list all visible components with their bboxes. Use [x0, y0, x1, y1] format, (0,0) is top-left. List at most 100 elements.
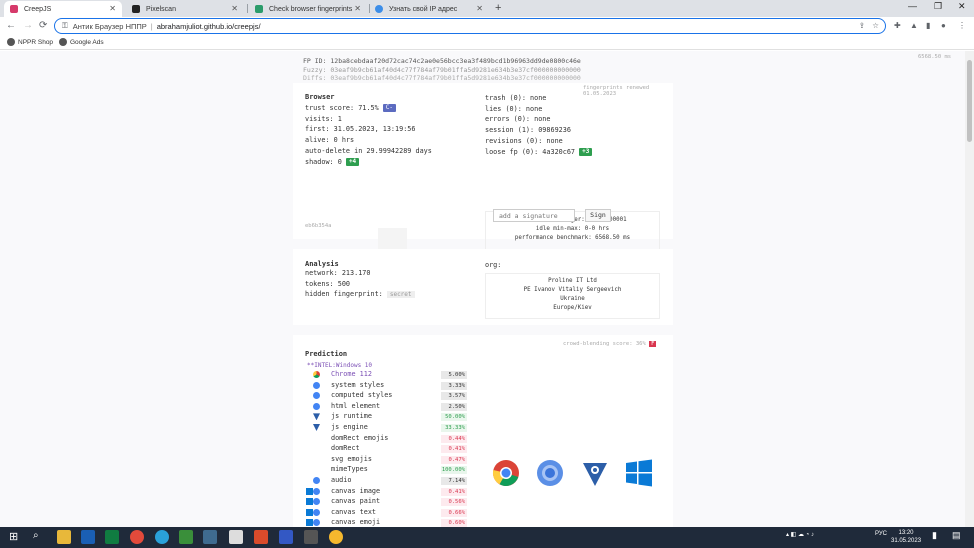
prediction-percent: 0.41% — [441, 445, 467, 454]
shadow-label: shadow: 0 — [305, 157, 342, 166]
prediction-row: html element 2.50% — [293, 402, 673, 413]
hidden-fp-label: hidden fingerprint: — [305, 290, 383, 299]
crowd-grade-badge: F — [649, 341, 657, 347]
date: 31.05.2023 — [891, 538, 922, 544]
bookmarks-bar: NPPR Shop Google Ads — [0, 36, 974, 50]
prediction-percent: 5.00% — [441, 371, 467, 379]
shadow: shadow: 0 +4 — [305, 157, 432, 168]
prediction-row: canvas emoji 0.60% — [293, 518, 673, 527]
chrome-taskbar-icon[interactable] — [130, 530, 144, 544]
browser-title: Browser — [305, 93, 335, 101]
reload-button[interactable]: ⟳ — [39, 20, 47, 31]
prediction-row: canvas text 0.66% — [293, 508, 673, 519]
close-icon[interactable]: ✕ — [476, 4, 483, 13]
perf-benchmark: performance benchmark: 6568.50 ms — [514, 235, 631, 241]
crowd-blending: crowd-blending score: 36% F — [563, 341, 657, 347]
start-icon[interactable]: ⊞ — [9, 530, 18, 543]
prediction-percent: 0.60% — [441, 519, 467, 527]
app-icon[interactable] — [279, 530, 293, 544]
tray-icons[interactable]: ▴ ◧ ☁ ◔ ♪ — [786, 531, 814, 538]
close-window-button[interactable]: ✕ — [958, 1, 966, 12]
antik-browser-icon[interactable] — [304, 530, 318, 544]
prediction-row: js engine 33.33% — [293, 423, 673, 434]
profile-extension-icon[interactable]: ▲ — [910, 21, 918, 30]
new-tab-button[interactable]: + — [495, 2, 501, 14]
forward-button[interactable]: → — [23, 20, 33, 31]
close-icon[interactable]: ✕ — [354, 4, 361, 13]
v8-icon — [313, 413, 320, 421]
prediction-percent: 3.33% — [441, 381, 467, 390]
edge-icon[interactable] — [81, 530, 95, 544]
menu-dots-icon[interactable]: ⋮ — [958, 21, 966, 30]
browser-card: fingerprints renewed 01.05.2023 Browser … — [293, 83, 673, 256]
bookmark-star-icon[interactable]: ☆ — [872, 21, 879, 30]
prediction-label: domRect emojis — [331, 433, 389, 442]
clock[interactable]: 13:20 31.05.2023 — [891, 529, 921, 545]
app-icon[interactable] — [329, 530, 343, 544]
maximize-button[interactable]: ❐ — [934, 1, 942, 12]
tab-title: CreepJS — [24, 5, 52, 13]
site-info-icon[interactable]: ⚿ — [62, 21, 68, 31]
app-icon[interactable] — [203, 530, 217, 544]
back-button[interactable]: ← — [6, 20, 16, 31]
session: session (1): 09869236 — [485, 126, 571, 135]
prediction-title: Prediction — [305, 350, 348, 358]
tab-creepjs[interactable]: CreepJS ✕ — [4, 1, 122, 17]
bookmark-google-ads[interactable]: Google Ads — [59, 38, 104, 46]
loose-fp-badge: +3 — [579, 147, 593, 156]
url-text[interactable]: abrahamjuliot.github.io/creepjs/ — [157, 22, 261, 31]
bookmark-nppr-shop[interactable]: NPPR Shop — [7, 38, 53, 46]
notion-icon[interactable] — [229, 530, 243, 544]
browser-brand: Антик Браузер НППР — [72, 21, 147, 31]
side-panel-icon[interactable]: ▮ — [926, 21, 930, 30]
scrollbar-thumb[interactable] — [967, 60, 972, 142]
v8-icon — [313, 424, 320, 431]
prediction-row: computed styles 3.57% — [293, 391, 673, 402]
search-icon[interactable]: ⌕ — [33, 530, 39, 541]
revisions: revisions (0): none — [485, 136, 563, 145]
signature-input[interactable] — [493, 209, 575, 222]
tab-pixelscan[interactable]: Pixelscan ✕ — [126, 1, 244, 17]
app-icon[interactable] — [254, 530, 268, 544]
org-box: Proline IT Ltd PE Ivanov Vitaliy Sergeev… — [485, 273, 660, 319]
small-hash: eb6b354a — [305, 223, 332, 229]
tokens: tokens: 500 — [305, 279, 351, 288]
extensions-icon[interactable]: ✚ — [894, 21, 901, 30]
browser-toolbar: ← → ⟳ ⚿ Антик Браузер НППР | abrahamjuli… — [0, 17, 974, 36]
pixelscan-favicon-icon — [132, 5, 140, 13]
prediction-label: system styles — [331, 380, 385, 389]
prediction-label: Chrome 112 — [331, 370, 372, 378]
telegram-icon[interactable] — [155, 530, 169, 544]
tab-ip-address[interactable]: Узнать свой IP адрес ✕ — [369, 1, 489, 17]
excel-icon[interactable] — [105, 530, 119, 544]
address-bar[interactable]: ⚿ Антик Браузер НППР | abrahamjuliot.git… — [54, 18, 886, 34]
prediction-label: mimeTypes — [331, 465, 368, 474]
chrome-icon — [313, 371, 320, 378]
language-indicator[interactable]: РУС — [875, 531, 887, 537]
desktop-icon[interactable]: ▮ — [932, 530, 937, 541]
analysis-card: Analysis network: 213.170 tokens: 500 hi… — [293, 249, 673, 325]
notifications-icon[interactable]: ▤ — [952, 530, 961, 541]
app-icon[interactable] — [179, 530, 193, 544]
minimize-button[interactable]: — — [908, 1, 917, 11]
share-icon[interactable]: ⇪ — [859, 21, 865, 30]
shadow-badge: +4 — [345, 157, 360, 166]
file-explorer-icon[interactable] — [57, 530, 71, 544]
trust-grade-badge: C- — [382, 104, 396, 112]
account-avatar-icon[interactable]: ● — [941, 21, 946, 30]
taskbar: ⊞ ⌕ ▴ ◧ ☁ ◔ ♪ РУС 13:20 31.05.2023 ▮ ▤ — [0, 527, 974, 548]
prediction-label: js runtime — [331, 412, 372, 421]
prediction-percent: 0.41% — [441, 487, 467, 496]
sign-button[interactable]: Sign — [585, 209, 611, 222]
prediction-row: canvas image 0.41% — [293, 487, 673, 498]
chromium-logo-icon — [537, 460, 563, 486]
close-icon[interactable]: ✕ — [109, 4, 116, 13]
tab-check-fingerprints[interactable]: Check browser fingerprints ✕ — [249, 1, 367, 17]
alive: alive: 0 hrs — [305, 136, 355, 145]
bookmark-label: Google Ads — [70, 38, 104, 46]
prediction-percent: 3.57% — [441, 392, 467, 401]
prediction-percent: 2.50% — [441, 402, 467, 411]
prediction-label: canvas paint — [331, 497, 381, 506]
close-icon[interactable]: ✕ — [231, 4, 238, 13]
loose-fp-label: loose fp (0): 4a320c67 — [485, 147, 576, 156]
